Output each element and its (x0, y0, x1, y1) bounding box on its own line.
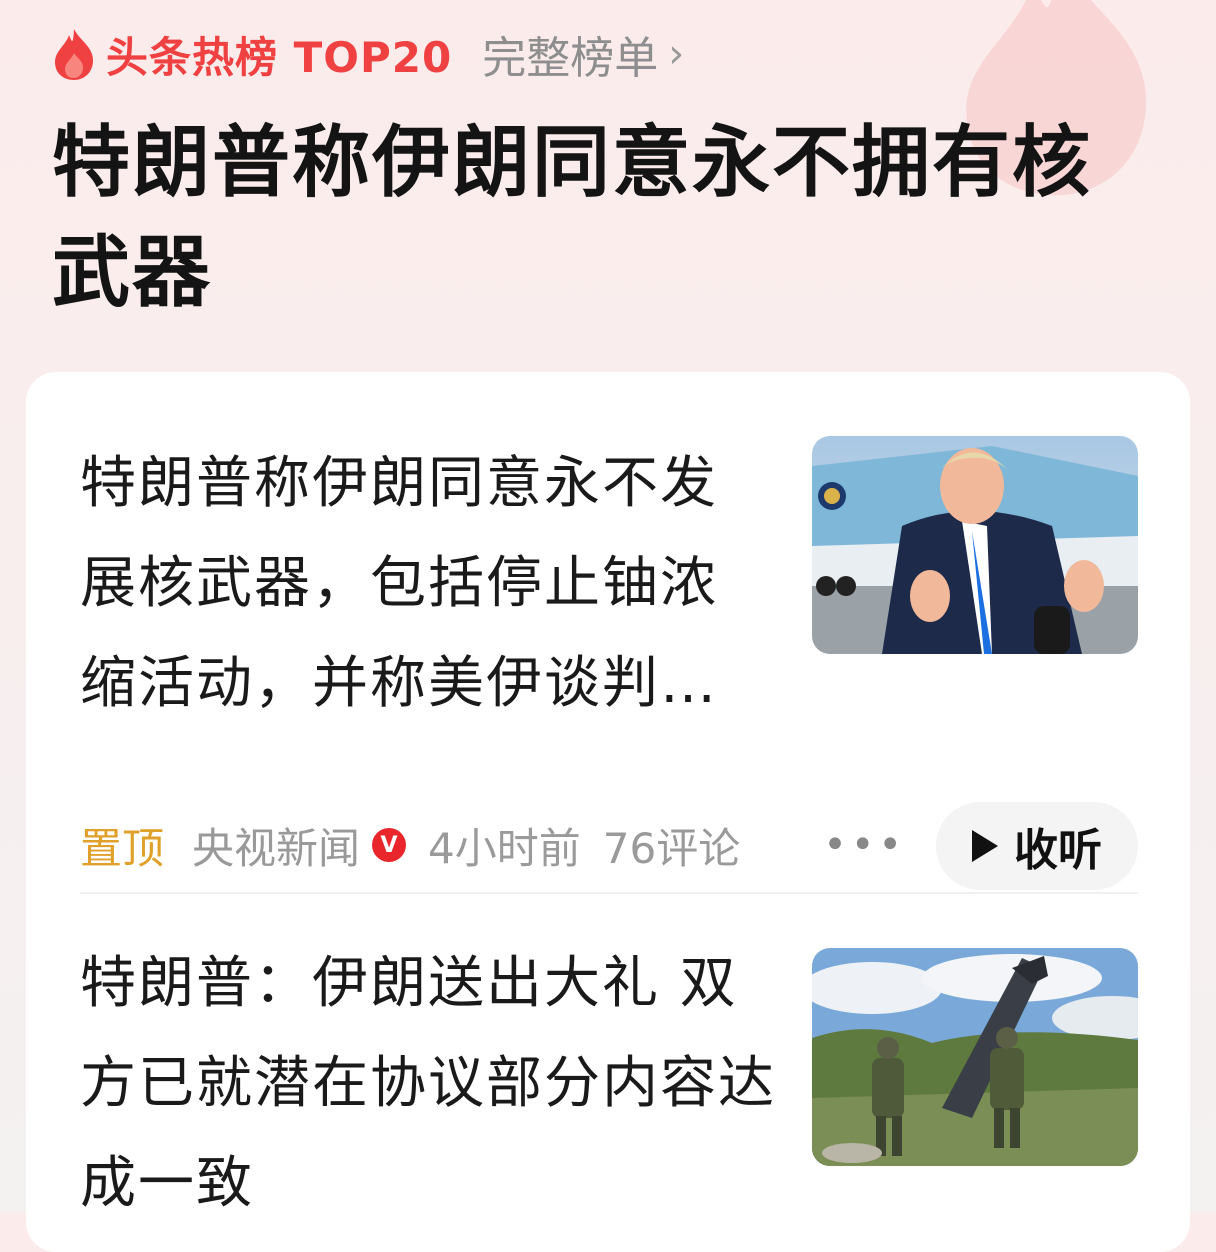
publish-time: 4小时前 (428, 823, 581, 873)
hot-list-brand: 头条热榜 TOP20 (106, 32, 453, 82)
full-list-label: 完整榜单 (482, 33, 659, 84)
news-item[interactable]: 特朗普称伊朗同意永不发展核武器，包括停止铀浓缩活动，并称美伊谈判… 置顶 央视新… (80, 428, 1138, 898)
chevron-right-icon: › (668, 31, 685, 77)
topic-title[interactable]: 特朗普称伊朗同意永不拥有核武器 (52, 108, 1162, 328)
listen-button[interactable]: 收听 (936, 802, 1138, 890)
news-card: 特朗普称伊朗同意永不发展核武器，包括停止铀浓缩活动，并称美伊谈判… 置顶 央视新… (26, 372, 1190, 1252)
news-thumbnail[interactable] (812, 436, 1138, 654)
more-options-icon[interactable]: ••• (823, 822, 906, 868)
news-thumbnail[interactable] (812, 948, 1138, 1166)
pinned-label: 置顶 (80, 823, 165, 873)
news-item[interactable]: 特朗普：伊朗送出大礼 双方已就潜在协议部分内容达成一致 (80, 940, 1138, 1240)
item-divider (80, 892, 1138, 894)
news-thumbnail-image (812, 436, 1138, 654)
source-name[interactable]: 央视新闻 (192, 815, 360, 876)
flame-icon (55, 29, 94, 80)
news-thumbnail-image (812, 948, 1138, 1166)
listen-label: 收听 (1014, 825, 1102, 876)
comment-count[interactable]: 76评论 (603, 815, 740, 876)
news-item-title[interactable]: 特朗普称伊朗同意永不发展核武器，包括停止铀浓缩活动，并称美伊谈判… (80, 434, 760, 734)
play-icon (972, 830, 998, 862)
news-item-title[interactable]: 特朗普：伊朗送出大礼 双方已就潜在协议部分内容达成一致 (80, 934, 780, 1234)
verified-badge-icon: V (372, 828, 407, 862)
full-list-link[interactable]: 完整榜单 › (482, 22, 684, 86)
hot-list-header: 头条热榜 TOP20 完整榜单 › (52, 22, 684, 86)
news-meta: 置顶 央视新闻 V 4小时前 76评论 ••• 收听 (80, 800, 1138, 890)
